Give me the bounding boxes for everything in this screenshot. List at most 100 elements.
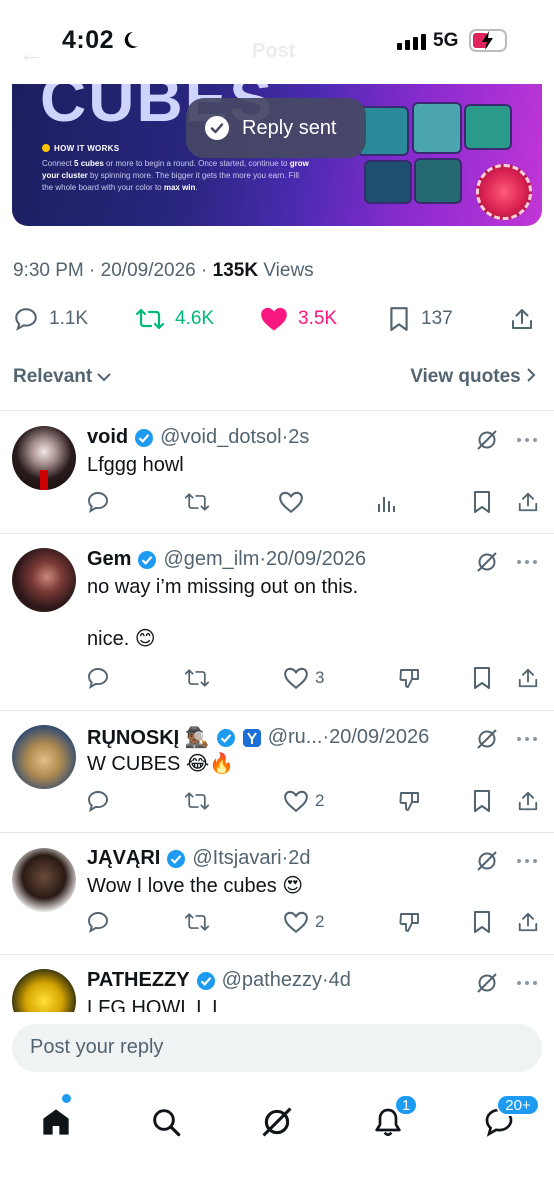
grok-icon [262, 1107, 292, 1137]
bookmark-button[interactable] [472, 490, 492, 514]
avatar[interactable] [12, 548, 76, 612]
poker-chip-graphic [476, 164, 532, 220]
grok-icon[interactable] [476, 551, 498, 573]
reply-author-handle[interactable]: @gem_ilm [163, 548, 259, 571]
downvote-button[interactable] [398, 666, 422, 690]
grok-icon[interactable] [476, 429, 498, 451]
repost-button[interactable] [184, 910, 210, 934]
repost-button[interactable] [184, 666, 210, 690]
reply-button[interactable] [86, 910, 110, 934]
reply-author-name[interactable]: PATHEZZY [87, 969, 190, 992]
reply-top-icons [476, 728, 538, 750]
like-button[interactable]: 2 [283, 789, 324, 813]
reply-item[interactable]: Gem @gem_ilm · 20/09/2026 no way i’m mis… [0, 534, 554, 710]
more-icon[interactable] [516, 559, 538, 565]
tab-grok[interactable] [257, 1102, 297, 1142]
tab-search[interactable] [146, 1102, 186, 1142]
repost-stat-button[interactable]: 4.6K [135, 306, 214, 332]
reply-icon [15, 308, 37, 331]
share-button[interactable] [517, 789, 539, 813]
avatar[interactable] [12, 426, 76, 490]
share-button[interactable] [517, 490, 539, 514]
bookmark-button[interactable] [472, 666, 492, 690]
reply-header: void @void_dotsol · 2s [87, 426, 310, 449]
reply-item[interactable]: RŲNOSKĮ 🕵🏾‍♂️ @ru... · 20/09/2026 W CUBE… [0, 711, 554, 832]
reply-author-handle[interactable]: @Itsjavari [192, 847, 281, 870]
heart-icon [284, 911, 308, 934]
reply-author-name[interactable]: RŲNOSKĮ 🕵🏾‍♂️ [87, 725, 210, 750]
reply-icon [88, 912, 108, 933]
downvote-icon [399, 913, 419, 932]
sort-relevant-dropdown[interactable]: Relevant [13, 366, 112, 388]
view-quotes-link[interactable]: View quotes [410, 366, 536, 388]
reply-author-name[interactable]: void [87, 426, 128, 449]
bookmark-icon [390, 307, 408, 331]
avatar[interactable] [12, 969, 76, 1012]
faded-header: ← Post [0, 38, 554, 68]
post-views-count[interactable]: 135K [213, 260, 258, 281]
cube-graphic [364, 160, 412, 204]
reply-sent-toast: Reply sent [186, 98, 366, 158]
like-stat-button[interactable]: 3.5K [260, 306, 337, 332]
avatar[interactable] [12, 848, 76, 912]
grok-icon[interactable] [476, 850, 498, 872]
more-icon[interactable] [516, 858, 538, 864]
back-arrow-icon[interactable]: ← [18, 38, 44, 69]
reply-item[interactable]: JĄVĄRI @Itsjavari · 2d Wow I love the cu… [0, 833, 554, 954]
repost-button[interactable] [184, 789, 210, 813]
like-button[interactable] [278, 490, 310, 514]
reply-text: LFG HOWL L L [87, 997, 224, 1012]
reply-item[interactable]: void @void_dotsol · 2s Lfggg howl [0, 411, 554, 533]
reply-author-name[interactable]: JĄVĄRI [87, 847, 160, 870]
banner-how-title: HOW IT WORKS [42, 144, 119, 153]
tab-home[interactable] [36, 1102, 76, 1142]
reply-time: 20/09/2026 [329, 726, 430, 748]
verified-badge-icon [138, 550, 157, 569]
downvote-button[interactable] [398, 789, 422, 813]
heart-icon [284, 790, 308, 813]
checkmark-icon [205, 116, 229, 140]
reply-input[interactable]: Post your reply [12, 1024, 542, 1072]
reply-header: RŲNOSKĮ 🕵🏾‍♂️ @ru... · 20/09/2026 [87, 725, 430, 750]
reply-button[interactable] [86, 789, 110, 813]
bookmark-stat-button[interactable]: 137 [387, 306, 453, 332]
bookmark-button[interactable] [472, 910, 492, 934]
like-button[interactable]: 2 [283, 910, 324, 934]
reply-author-handle[interactable]: @ru... [268, 726, 323, 749]
share-button[interactable] [510, 306, 534, 332]
grok-icon[interactable] [476, 728, 498, 750]
avatar[interactable] [12, 725, 76, 789]
reply-composer-bar: Post your reply [0, 1012, 554, 1084]
like-button[interactable]: 3 [283, 666, 324, 690]
reply-author-handle[interactable]: @void_dotsol [160, 426, 281, 449]
analytics-icon [378, 497, 395, 512]
more-icon[interactable] [516, 980, 538, 986]
reply-header: JĄVĄRI @Itsjavari · 2d [87, 847, 311, 870]
views-button[interactable] [376, 490, 398, 514]
bookmark-icon [474, 491, 490, 513]
toast-text: Reply sent [242, 116, 337, 139]
share-button[interactable] [517, 666, 539, 690]
reply-author-handle[interactable]: @pathezzy [222, 969, 322, 992]
reply-button[interactable] [86, 490, 110, 514]
cube-graphic [414, 158, 462, 204]
downvote-icon [399, 792, 419, 811]
reply-time: 2d [288, 847, 311, 869]
bottom-tab-bar: 1 20+ [0, 1084, 554, 1200]
grok-icon[interactable] [476, 972, 498, 994]
repost-button[interactable] [184, 490, 210, 514]
share-button[interactable] [517, 910, 539, 934]
home-unread-dot [62, 1094, 71, 1103]
reply-header: Gem @gem_ilm · 20/09/2026 [87, 548, 367, 571]
reply-top-icons [476, 551, 538, 573]
reply-stat-button[interactable]: 1.1K [13, 306, 88, 332]
reply-item[interactable]: PATHEZZY @pathezzy · 4d LFG HOWL L L [0, 955, 554, 1012]
downvote-button[interactable] [398, 910, 422, 934]
bookmark-button[interactable] [472, 789, 492, 813]
share-icon [518, 668, 538, 688]
reply-author-name[interactable]: Gem [87, 548, 131, 571]
more-icon[interactable] [516, 437, 538, 443]
reply-button[interactable] [86, 666, 110, 690]
reply-icon [88, 668, 108, 689]
more-icon[interactable] [516, 736, 538, 742]
